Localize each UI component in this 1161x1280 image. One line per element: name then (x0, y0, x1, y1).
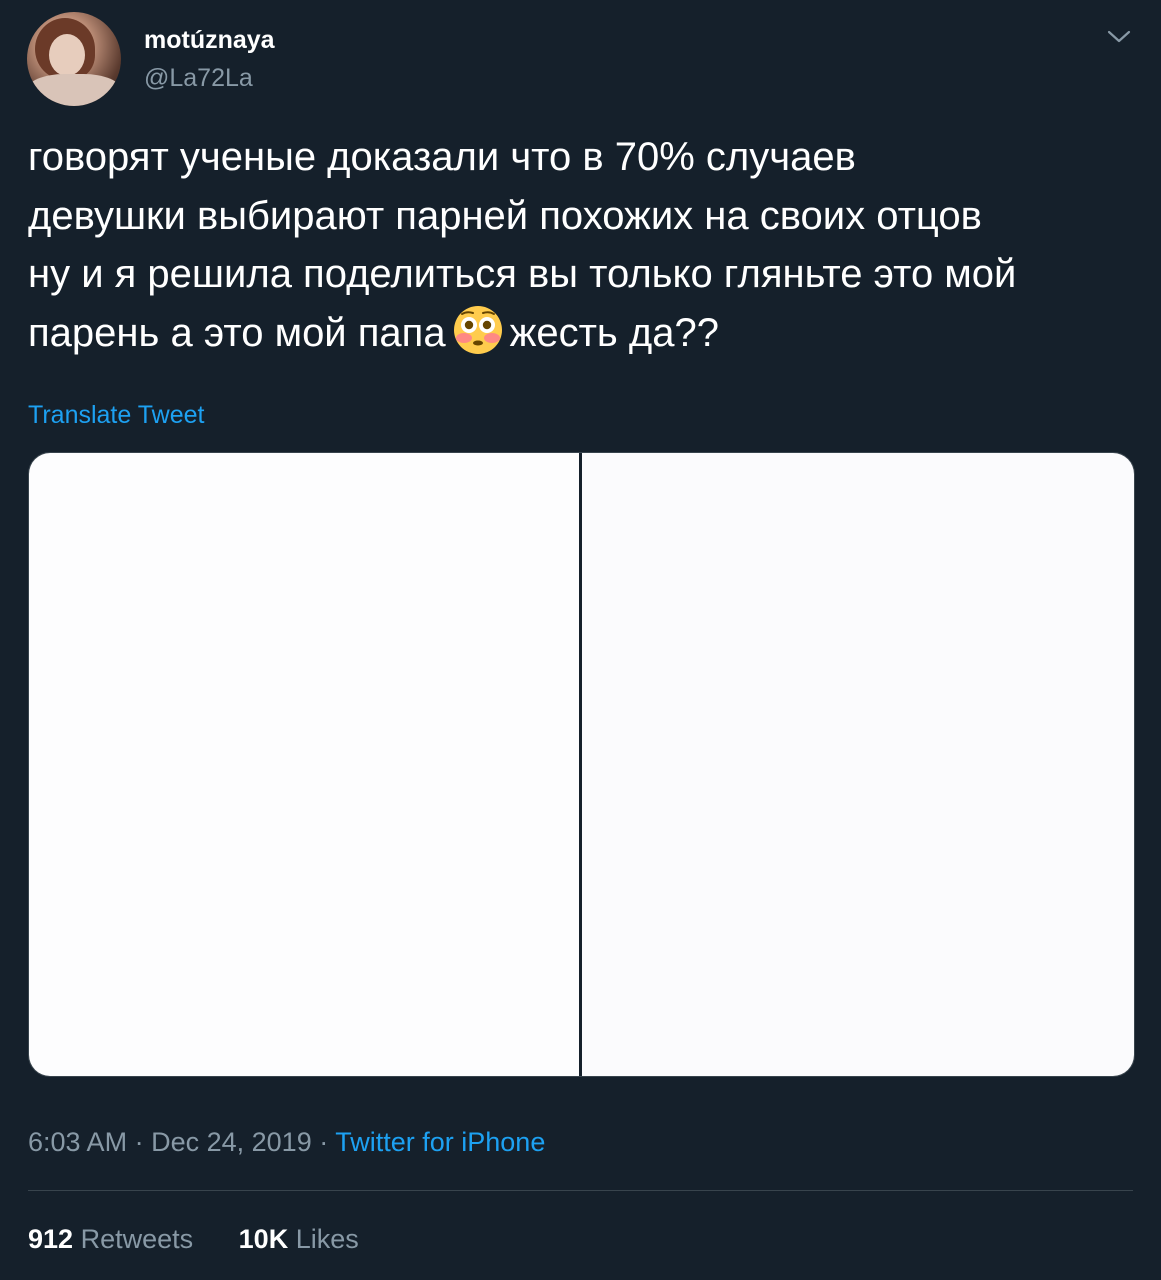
meta-separator: · (134, 1127, 144, 1157)
flushed-face-icon (453, 305, 502, 354)
tweet-meta: 6:03 AM · Dec 24, 2019 · Twitter for iPh… (28, 1127, 545, 1158)
tweet: motúznaya @La72La говорят ученые доказал… (0, 0, 1161, 1280)
divider (28, 1190, 1133, 1191)
tweet-line: ну и я решила поделиться вы только глянь… (28, 252, 1017, 296)
media-image-left[interactable] (29, 453, 579, 1076)
avatar-face (49, 34, 85, 76)
tweet-text: говорят ученые доказали что в 70% случае… (28, 128, 1138, 362)
tweet-media (28, 452, 1135, 1077)
likes-label: Likes (295, 1224, 359, 1254)
tweet-line: говорят ученые доказали что в 70% случае… (28, 135, 856, 179)
display-name[interactable]: motúznaya (144, 26, 275, 55)
tweet-line: парень а это мой папа (28, 310, 446, 355)
retweets-stat[interactable]: 912 Retweets (28, 1224, 193, 1255)
retweets-label: Retweets (80, 1224, 194, 1254)
tweet-stats: 912 Retweets 10K Likes (28, 1224, 397, 1255)
avatar[interactable] (27, 12, 121, 106)
likes-count: 10K (238, 1224, 289, 1254)
avatar-arm (27, 74, 121, 106)
tweet-line: девушки выбирают парней похожих на своих… (28, 193, 982, 238)
chevron-down-icon[interactable] (1104, 26, 1134, 48)
tweet-time[interactable]: 6:03 AM (28, 1127, 127, 1157)
tweet-line-last: парень а это мой папа жесть да?? (28, 304, 1138, 363)
tweet-line-suffix: жесть да?? (509, 310, 719, 355)
meta-separator: · (319, 1127, 329, 1157)
tweet-source[interactable]: Twitter for iPhone (335, 1127, 545, 1157)
user-handle[interactable]: @La72La (144, 64, 253, 93)
retweets-count: 912 (28, 1224, 74, 1254)
translate-tweet-link[interactable]: Translate Tweet (28, 401, 204, 430)
likes-stat[interactable]: 10K Likes (239, 1224, 359, 1255)
tweet-date[interactable]: Dec 24, 2019 (151, 1127, 312, 1157)
media-image-right[interactable] (582, 453, 1134, 1076)
